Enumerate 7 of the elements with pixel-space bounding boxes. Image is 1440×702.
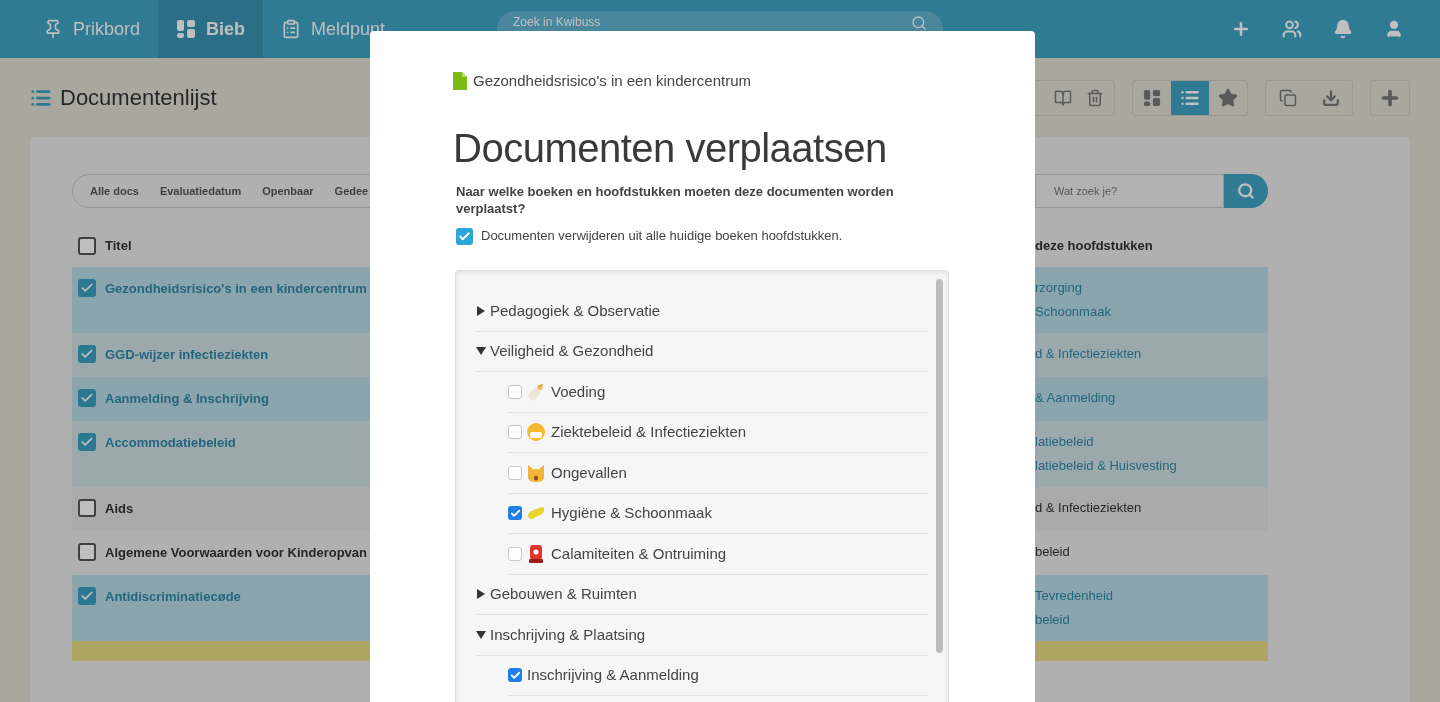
checkbox-label: Documenten verwijderen uit alle huidige boeken hoofdstukken.	[481, 227, 843, 246]
page-title: Documentenlijst	[60, 84, 217, 112]
question-text: Naar welke boeken en hoofdstukken moeten deze documenten worden verplaatst?	[455, 183, 895, 217]
column-header: Titel	[105, 238, 132, 254]
column-header: deze hoofdstukken	[1035, 237, 1153, 256]
document-name: Gezondheidsrisico's in een kindercentrum	[473, 70, 751, 91]
modal-title: Documenten verplaatsen	[453, 125, 888, 172]
